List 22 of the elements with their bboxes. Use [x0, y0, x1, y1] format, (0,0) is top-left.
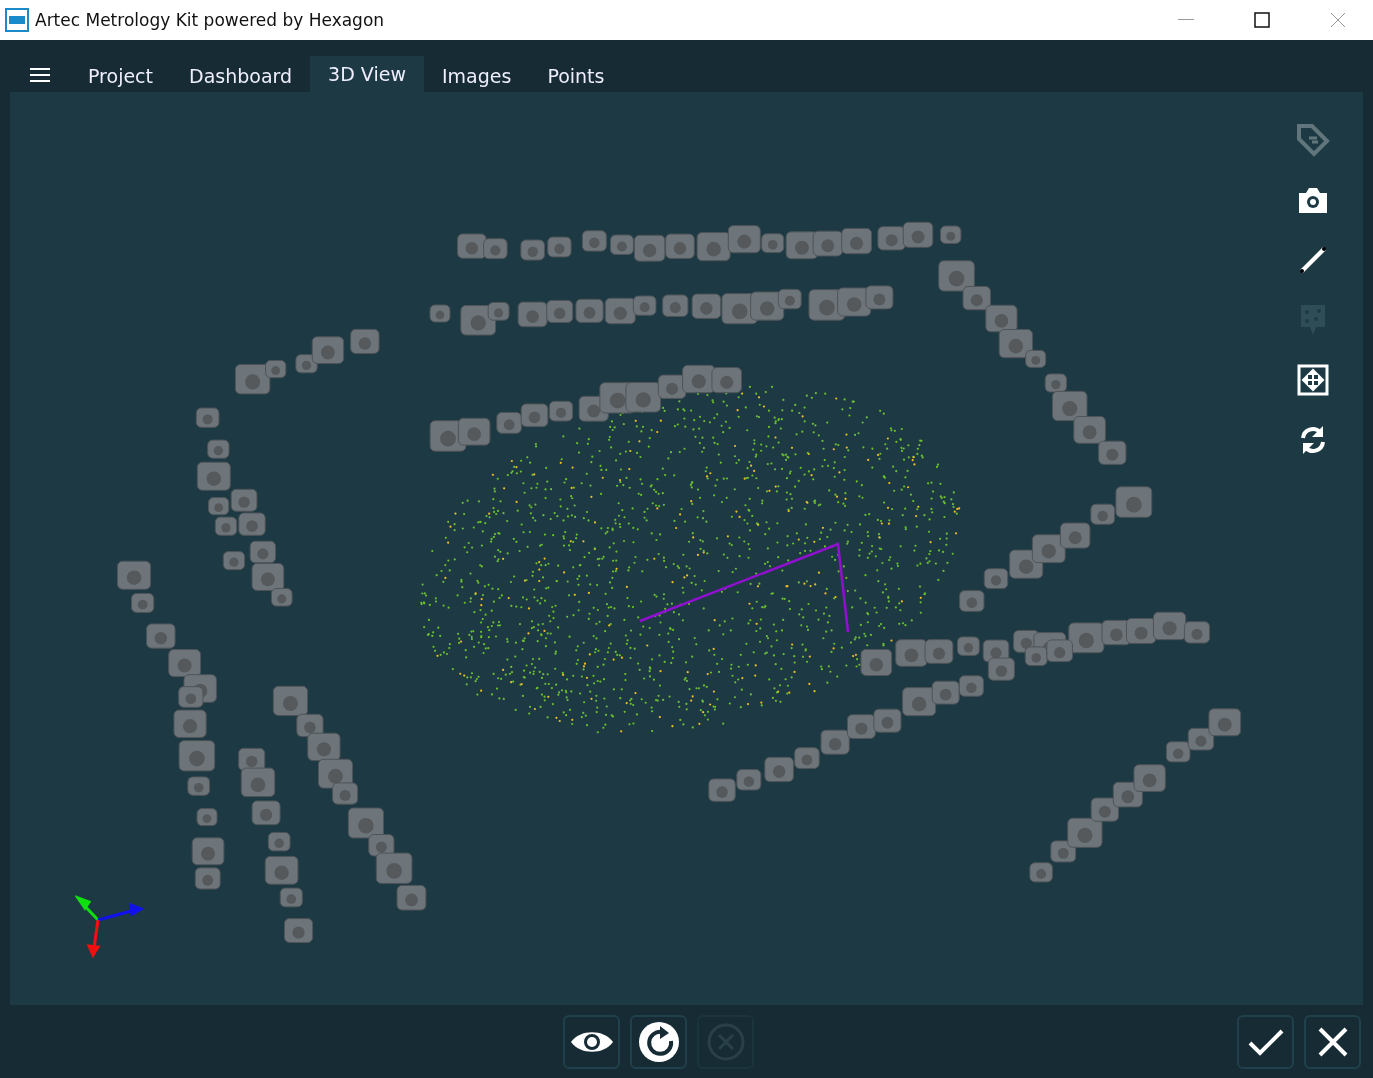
tab[interactable]: Images: [423, 60, 530, 92]
tab[interactable]: 3D View: [310, 56, 424, 92]
check-icon: [1247, 1027, 1284, 1056]
menu-icon: [30, 68, 50, 82]
maximize-icon: [1254, 12, 1270, 28]
action-button[interactable]: [630, 1014, 687, 1069]
tag-icon: [1296, 123, 1330, 157]
minimize-icon: [1178, 19, 1194, 21]
tab[interactable]: Dashboard: [171, 60, 311, 92]
camera-icon: [1297, 186, 1329, 214]
action-button[interactable]: [563, 1014, 620, 1069]
rotate-icon: [1298, 424, 1328, 456]
fit-view-icon: [1297, 364, 1329, 396]
cancel-button[interactable]: [1304, 1014, 1361, 1069]
tab[interactable]: Points: [529, 60, 623, 92]
window-title: Artec Metrology Kit powered by Hexagon: [35, 10, 386, 30]
refresh-icon: [637, 1020, 680, 1063]
close-icon: [1330, 12, 1346, 28]
close-icon: [1317, 1026, 1348, 1057]
app-logo-icon: [5, 8, 29, 32]
confirm-button[interactable]: [1237, 1014, 1294, 1069]
tab[interactable]: Project: [70, 60, 171, 92]
